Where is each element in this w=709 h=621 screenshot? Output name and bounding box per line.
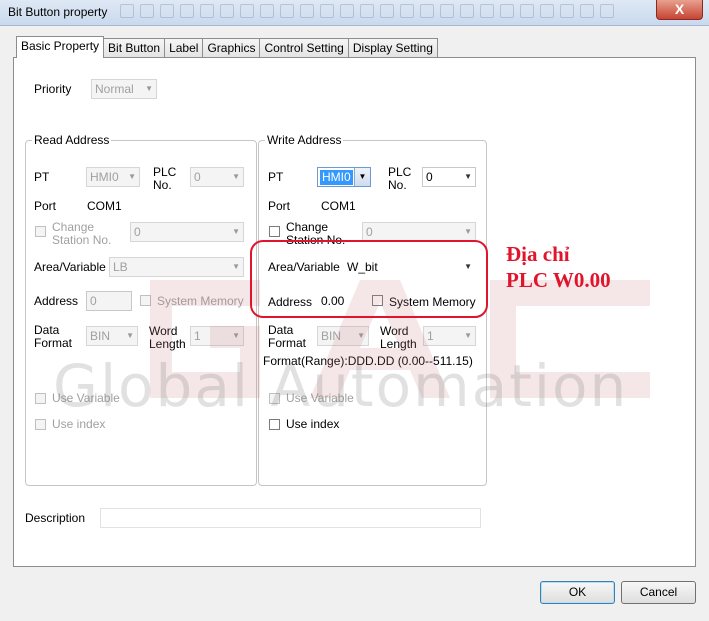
write-word-length-value: 1 [427,329,434,343]
read-change-station-label: Change Station No. [52,220,112,247]
read-plc-value: 0 [194,170,201,184]
write-station-value: 0 [366,225,373,239]
write-use-index-label: Use index [286,417,340,431]
read-use-variable-checkbox[interactable] [35,393,46,404]
chevron-down-icon: ▼ [464,227,472,236]
write-area-label: Area/Variable [268,260,340,274]
read-address-input[interactable]: 0 [86,291,132,311]
write-pt-value: HMI0 [320,170,353,185]
ok-button[interactable]: OK [540,581,615,604]
read-address-group: Read Address [25,133,257,486]
annotation-line-1: Địa chỉ [506,242,570,266]
chevron-down-icon: ▼ [126,331,134,340]
priority-select[interactable]: Normal ▼ [91,79,157,99]
read-pt-select[interactable]: HMI0 ▼ [86,167,140,187]
write-pt-label: PT [268,170,284,184]
window-title: Bit Button property [8,5,108,19]
write-change-station-label: Change Station No. [286,220,346,247]
close-button[interactable]: X [656,0,703,20]
write-system-memory-label: System Memory [389,295,476,309]
tab-control-setting[interactable]: Control Setting [259,38,349,58]
read-data-format-value: BIN [90,329,111,343]
read-data-format-label: Data Format [34,323,73,350]
write-address-label: Address [268,295,313,309]
tab-label[interactable]: Label [164,38,204,58]
tab-panel-basic-property: Global Automation Priority Normal ▼ Read … [13,57,696,567]
annotation-line-2: PLC W0.00 [506,268,611,292]
read-port-label: Port [34,199,57,213]
read-plc-select[interactable]: 0 ▼ [190,167,244,187]
read-pt-label: PT [34,170,50,184]
read-station-value: 0 [134,225,141,239]
chevron-down-icon: ▼ [464,331,472,340]
write-port-value: COM1 [321,199,356,213]
write-plc-label: PLC No. [388,165,412,192]
write-data-format-value: BIN [321,329,342,343]
read-data-format-select[interactable]: BIN ▼ [86,326,138,346]
tab-display-setting[interactable]: Display Setting [347,38,438,58]
read-use-index-checkbox[interactable] [35,419,46,430]
chevron-down-icon: ▼ [232,172,240,181]
write-station-select[interactable]: 0 ▼ [362,222,476,242]
read-station-select[interactable]: 0 ▼ [130,222,244,242]
write-use-variable-checkbox[interactable] [269,393,280,404]
close-icon: X [674,1,685,17]
read-area-select[interactable]: LB ▼ [109,257,244,277]
chevron-down-icon: ▼ [464,172,472,181]
chevron-down-icon: ▼ [145,84,153,93]
chevron-down-icon: ▼ [232,227,240,236]
write-address-input[interactable]: 0.00 [317,291,367,311]
write-port-label: Port [268,199,291,213]
title-bar: Bit Button property X [0,0,709,26]
read-pt-value: HMI0 [90,170,119,184]
read-address-title: Read Address [32,133,112,147]
read-use-index-label: Use index [52,417,106,431]
background-toolbar-strip [120,4,640,22]
write-area-select[interactable]: W_bit ▼ [343,257,476,277]
read-plc-label: PLC No. [153,165,177,192]
write-pt-select[interactable]: HMI0 ▼ [317,167,371,187]
read-system-memory-label: System Memory [157,294,244,308]
read-word-length-label: Word Length [149,324,186,351]
read-word-length-select[interactable]: 1 ▼ [190,326,244,346]
write-area-value: W_bit [347,260,378,274]
tab-graphics[interactable]: Graphics [202,38,261,58]
write-address-title: Write Address [265,133,344,147]
chevron-down-icon: ▼ [232,331,240,340]
read-change-station-checkbox[interactable] [35,226,46,237]
read-area-label: Area/Variable [34,260,106,274]
chevron-down-icon: ▼ [232,262,240,271]
tab-bar: Basic Property Bit Button Label Graphics… [16,36,438,58]
priority-label: Priority [34,82,72,96]
write-word-length-select[interactable]: 1 ▼ [423,326,476,346]
write-word-length-label: Word Length [380,324,417,351]
write-data-format-select[interactable]: BIN ▼ [317,326,369,346]
read-port-value: COM1 [87,199,122,213]
chevron-down-icon: ▼ [354,168,370,186]
write-use-variable-label: Use Variable [286,391,354,405]
write-system-memory-checkbox[interactable] [372,295,383,306]
priority-value: Normal [95,82,134,96]
description-label: Description [25,511,86,525]
chevron-down-icon: ▼ [128,172,136,181]
write-data-format-label: Data Format [268,323,307,350]
write-address-group: Write Address [258,133,487,486]
read-use-variable-label: Use Variable [52,391,120,405]
write-plc-value: 0 [426,170,433,184]
read-area-value: LB [113,260,128,274]
write-change-station-checkbox[interactable] [269,226,280,237]
chevron-down-icon: ▼ [357,331,365,340]
cancel-button[interactable]: Cancel [621,581,696,604]
description-input[interactable] [100,508,481,528]
chevron-down-icon: ▼ [464,262,472,271]
write-use-index-checkbox[interactable] [269,419,280,430]
write-range-text: Format(Range):DDD.DD (0.00--511.15) [263,354,473,368]
write-plc-select[interactable]: 0 ▼ [422,167,476,187]
read-word-length-value: 1 [194,329,201,343]
read-address-label: Address [34,294,79,308]
tab-basic-property[interactable]: Basic Property [16,36,105,58]
tab-bit-button[interactable]: Bit Button [103,38,166,58]
read-system-memory-checkbox[interactable] [140,295,151,306]
